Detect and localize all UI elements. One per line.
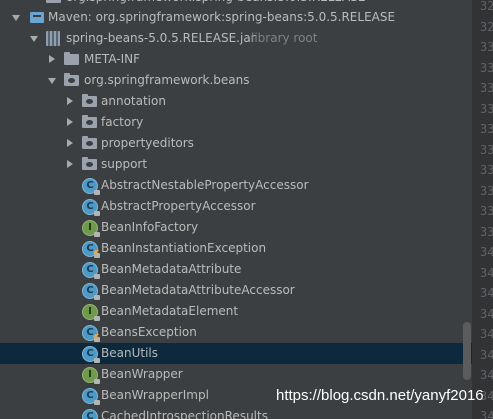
class-label: BeanUtils — [101, 346, 158, 360]
tree-row-class[interactable]: C BeansException — [0, 322, 472, 343]
maven-library-icon — [30, 12, 44, 23]
line-number: 34 — [480, 347, 493, 362]
project-tree: org.springframework:spring-beans:5.0.5.R… — [0, 0, 472, 419]
subpackage-label: annotation — [101, 94, 166, 108]
class-icon: C — [82, 262, 100, 279]
line-number: 33 — [480, 142, 493, 157]
line-number: 33 — [480, 101, 493, 116]
line-number: 34 — [480, 286, 493, 300]
tree-row-class[interactable]: C BeanUtils — [0, 343, 472, 364]
folder-icon — [64, 52, 79, 65]
class-icon: C — [82, 409, 98, 419]
line-number: 33 — [480, 122, 493, 136]
library-root-hint: library root — [251, 31, 318, 45]
tree-row-maven-library[interactable]: Maven: org.springframework:spring-beans:… — [0, 7, 472, 28]
tree-row-class[interactable]: C AbstractPropertyAccessor — [0, 196, 472, 217]
class-label: BeansException — [101, 325, 197, 339]
tree-row-subpackage[interactable]: propertyeditors — [0, 133, 472, 154]
line-number: 34 — [480, 409, 493, 419]
folder-icon — [46, 0, 61, 3]
line-number: 34 — [480, 306, 493, 321]
collapse-arrow-icon[interactable] — [64, 91, 76, 112]
class-label: BeanMetadataAttribute — [101, 262, 242, 276]
tree-row-class[interactable]: C BeanMetadataAttribute — [0, 259, 472, 280]
line-number: 34 — [480, 327, 493, 341]
tree-row-subpackage[interactable]: support — [0, 154, 472, 175]
expand-arrow-icon[interactable] — [10, 7, 22, 28]
class-icon: C — [82, 199, 100, 216]
class-icon: C — [82, 283, 100, 300]
class-icon: C — [82, 388, 100, 405]
package-icon — [82, 136, 97, 149]
line-number: 32 — [480, 0, 493, 13]
expand-arrow-icon[interactable] — [46, 70, 58, 91]
subpackage-label: support — [101, 157, 148, 171]
subpackage-label: propertyeditors — [101, 136, 194, 150]
package-icon — [82, 157, 97, 170]
exception-icon: C — [82, 325, 100, 342]
tree-row-class[interactable]: C BeanInstantiationException — [0, 238, 472, 259]
tree-row-class[interactable]: C AbstractNestablePropertyAccessor — [0, 175, 472, 196]
collapse-arrow-icon[interactable] — [64, 112, 76, 133]
class-icon: C — [82, 346, 100, 363]
line-number: 33 — [480, 204, 493, 218]
class-label: BeanWrapperImpl — [101, 388, 209, 402]
meta-inf-label: META-INF — [84, 52, 141, 66]
line-number: 33 — [480, 81, 493, 95]
tree-row-class[interactable]: C BeanMetadataAttributeAccessor — [0, 280, 472, 301]
class-label: BeanWrapper — [101, 367, 183, 381]
class-label: AbstractPropertyAccessor — [101, 199, 256, 213]
collapse-arrow-icon[interactable] — [46, 49, 58, 70]
tree-row-class[interactable]: I BeanInfoFactory — [0, 217, 472, 238]
collapse-arrow-icon[interactable] — [64, 133, 76, 154]
class-label: BeanMetadataAttributeAccessor — [101, 283, 295, 297]
interface-icon: I — [82, 304, 100, 321]
watermark-text: https://blog.csdn.net/yanyf2016 — [276, 387, 484, 404]
line-number: 33 — [480, 224, 493, 239]
line-number: 34 — [480, 265, 493, 280]
line-number: 33 — [480, 163, 493, 177]
subpackage-label: factory — [101, 115, 144, 129]
tree-row-package[interactable]: org.springframework.beans — [0, 70, 472, 91]
class-label: BeanMetadataElement — [101, 304, 239, 318]
class-label: AbstractNestablePropertyAccessor — [101, 178, 309, 192]
interface-icon: I — [82, 367, 100, 384]
jar-label: spring-beans-5.0.5.RELEASE.jar — [66, 31, 256, 45]
package-icon — [82, 94, 97, 107]
line-number: 33 — [480, 60, 493, 75]
line-number-gutter: 32 32 33 33 33 33 33 33 33 33 33 33 34 34 34 34 34 34 34 34… — [472, 0, 493, 419]
exception-icon: C — [82, 241, 100, 258]
tree-row-subpackage[interactable]: annotation — [0, 91, 472, 112]
interface-icon: I — [82, 220, 100, 237]
tree-row-class[interactable]: I BeanWrapper — [0, 364, 472, 385]
expand-arrow-icon[interactable] — [28, 28, 40, 49]
maven-library-label: Maven: org.springframework:spring-beans:… — [48, 10, 396, 24]
class-icon: C — [82, 178, 100, 195]
package-icon — [64, 73, 79, 86]
line-number: 34 — [480, 245, 493, 259]
line-number: 34 — [480, 368, 493, 382]
jar-icon — [46, 31, 60, 46]
line-number: 33 — [480, 40, 493, 54]
tree-row-meta-inf[interactable]: META-INF — [0, 49, 472, 70]
line-number: 32 — [480, 19, 493, 34]
line-number: 33 — [480, 183, 493, 198]
collapse-arrow-icon[interactable] — [64, 154, 76, 175]
tree-row-jar[interactable]: spring-beans-5.0.5.RELEASE.jar library r… — [0, 28, 472, 49]
tree-row-subpackage[interactable]: factory — [0, 112, 472, 133]
class-label: BeanInstantiationException — [101, 241, 267, 255]
scrollbar-thumb[interactable] — [463, 322, 471, 380]
package-label: org.springframework.beans — [84, 73, 250, 87]
class-label: CachedIntrospectionResults — [101, 409, 268, 419]
package-icon — [82, 115, 97, 128]
tree-row-class[interactable]: I BeanMetadataElement — [0, 301, 472, 322]
class-label: BeanInfoFactory — [101, 220, 199, 234]
tree-row-class[interactable]: C CachedIntrospectionResults — [0, 406, 472, 419]
